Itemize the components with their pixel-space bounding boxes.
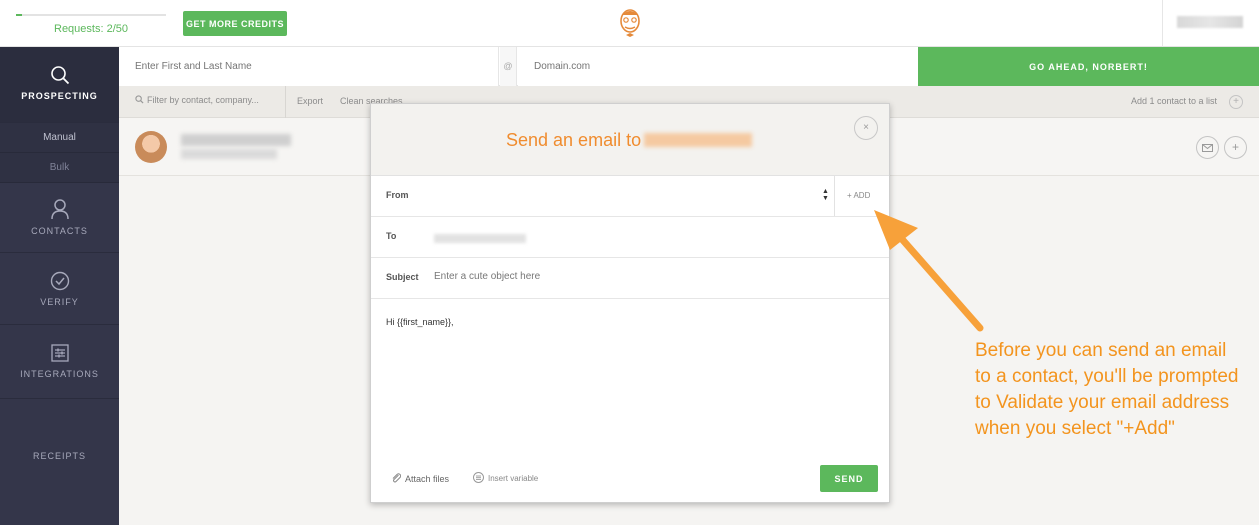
domain-input[interactable] bbox=[518, 47, 918, 86]
message-body[interactable]: Hi {{first_name}}, bbox=[386, 317, 454, 327]
subject-row: Subject Enter a cute object here bbox=[371, 258, 889, 299]
plus-icon[interactable]: + bbox=[1229, 95, 1243, 109]
user-menu[interactable] bbox=[1177, 16, 1243, 28]
add-to-list-link[interactable]: Add 1 contact to a list bbox=[1131, 96, 1217, 106]
annotation-arrow bbox=[874, 210, 984, 332]
annotation-text: Before you can send an email to a contac… bbox=[975, 340, 1239, 439]
sidebar-item-label: VERIFY bbox=[40, 297, 79, 307]
sidebar-item-label: RECEIPTS bbox=[32, 451, 86, 461]
insert-variable-button[interactable]: Insert variable bbox=[473, 472, 538, 483]
from-row: From ▲ ▼ + ADD bbox=[371, 176, 889, 217]
modal-recipient-redacted bbox=[644, 133, 752, 147]
search-icon bbox=[50, 66, 69, 85]
contact-name-redacted bbox=[181, 134, 291, 146]
contact-email-redacted bbox=[181, 149, 277, 159]
requests-progress-fill bbox=[16, 14, 22, 16]
email-icon[interactable] bbox=[1196, 136, 1219, 159]
at-separator: @ bbox=[500, 47, 517, 86]
export-link[interactable]: Export bbox=[297, 96, 323, 106]
requests-counter: Requests: 2/50 bbox=[54, 23, 128, 35]
attach-files-label: Attach files bbox=[405, 474, 450, 484]
subject-label: Subject bbox=[386, 272, 419, 282]
send-email-modal: Send an email to × From ▲ ▼ + ADD To Subj… bbox=[370, 103, 890, 503]
user-icon bbox=[50, 199, 69, 220]
to-label: To bbox=[386, 231, 397, 241]
sidebar-item-prospecting[interactable]: PROSPECTING bbox=[0, 47, 119, 123]
sidebar-item-receipts[interactable]: RECEIPTS bbox=[0, 399, 119, 473]
topbar-divider bbox=[1162, 0, 1163, 47]
prospecting-search-bar: @ GO AHEAD, NORBERT! bbox=[119, 47, 1259, 86]
filter-divider bbox=[285, 86, 286, 118]
add-sender-button[interactable]: + ADD bbox=[847, 191, 870, 200]
from-label: From bbox=[386, 190, 409, 200]
list-icon bbox=[473, 472, 484, 483]
sliders-icon bbox=[50, 344, 69, 362]
add-contact-icon[interactable]: + bbox=[1224, 136, 1247, 159]
check-circle-icon bbox=[50, 271, 69, 291]
from-divider bbox=[834, 176, 835, 216]
sidebar-subitem-manual[interactable]: Manual bbox=[0, 123, 119, 153]
go-ahead-button[interactable]: GO AHEAD, NORBERT! bbox=[918, 47, 1259, 86]
requests-progress-bar bbox=[16, 14, 166, 16]
sidebar-item-label: PROSPECTING bbox=[21, 91, 98, 101]
sidebar-item-integrations[interactable]: INTEGRATIONS bbox=[0, 325, 119, 399]
name-input[interactable] bbox=[119, 47, 499, 86]
send-button[interactable]: SEND bbox=[820, 465, 878, 492]
filter-input[interactable]: Filter by contact, company... bbox=[135, 95, 259, 105]
insert-variable-label: Insert variable bbox=[488, 474, 539, 483]
sidebar-item-label: CONTACTS bbox=[31, 226, 88, 236]
avatar bbox=[135, 131, 167, 163]
modal-header: Send an email to × bbox=[371, 104, 889, 176]
filter-placeholder: Filter by contact, company... bbox=[147, 95, 259, 105]
to-address-redacted bbox=[434, 234, 526, 243]
logo-icon[interactable] bbox=[616, 6, 644, 40]
select-arrows-icon: ▲ ▼ bbox=[822, 188, 829, 202]
subject-input[interactable]: Enter a cute object here bbox=[434, 271, 540, 282]
modal-title: Send an email to bbox=[506, 130, 642, 150]
close-icon[interactable]: × bbox=[854, 116, 878, 140]
sidebar-item-label: INTEGRATIONS bbox=[20, 369, 99, 379]
sidebar-item-contacts[interactable]: CONTACTS bbox=[0, 183, 119, 253]
paperclip-icon bbox=[392, 473, 402, 483]
sidebar-item-verify[interactable]: VERIFY bbox=[0, 253, 119, 325]
get-more-credits-button[interactable]: GET MORE CREDITS bbox=[183, 11, 287, 36]
to-row: To bbox=[371, 217, 889, 258]
attach-files-button[interactable]: Attach files bbox=[391, 472, 449, 484]
search-icon bbox=[135, 95, 144, 104]
from-select[interactable] bbox=[431, 176, 835, 216]
sidebar: PROSPECTING Manual Bulk CONTACTS VERIFY … bbox=[0, 47, 119, 525]
sidebar-subitem-bulk[interactable]: Bulk bbox=[0, 153, 119, 183]
top-bar: Requests: 2/50 GET MORE CREDITS bbox=[0, 0, 1259, 47]
